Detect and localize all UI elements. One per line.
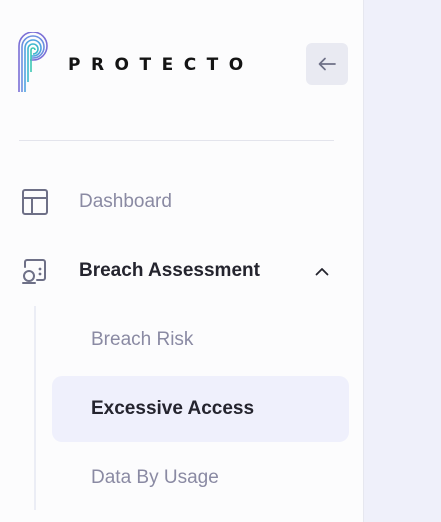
shield-scan-icon bbox=[20, 256, 50, 286]
sidebar-item-label: Breach Assessment bbox=[79, 260, 260, 281]
main-content-area bbox=[364, 0, 441, 522]
brand-logo[interactable]: PROTECTO bbox=[16, 32, 254, 94]
submenu-item-data-by-usage[interactable]: Data By Usage bbox=[52, 445, 349, 511]
sidebar-item-label: Dashboard bbox=[79, 191, 172, 212]
submenu-item-breach-risk[interactable]: Breach Risk bbox=[52, 307, 349, 373]
arrow-left-icon bbox=[318, 57, 336, 71]
collapse-sidebar-button[interactable] bbox=[306, 43, 348, 85]
submenu-guide-line bbox=[34, 306, 36, 510]
sidebar-item-dashboard[interactable]: Dashboard bbox=[0, 177, 364, 227]
brand-name: PROTECTO bbox=[68, 55, 254, 75]
sidebar-item-breach-assessment[interactable]: Breach Assessment bbox=[0, 246, 364, 296]
submenu-item-label: Excessive Access bbox=[91, 398, 255, 419]
chevron-up-icon[interactable] bbox=[313, 262, 331, 280]
submenu-item-label: Breach Risk bbox=[91, 329, 194, 350]
submenu-item-excessive-access[interactable]: Excessive Access bbox=[52, 376, 349, 442]
sidebar: PROTECTO Dashboard Breach Assessment Bre… bbox=[0, 0, 364, 522]
layout-grid-icon bbox=[20, 187, 50, 217]
fingerprint-p-logo-icon bbox=[18, 32, 48, 92]
submenu-item-label: Data By Usage bbox=[91, 467, 219, 488]
divider bbox=[19, 140, 334, 141]
